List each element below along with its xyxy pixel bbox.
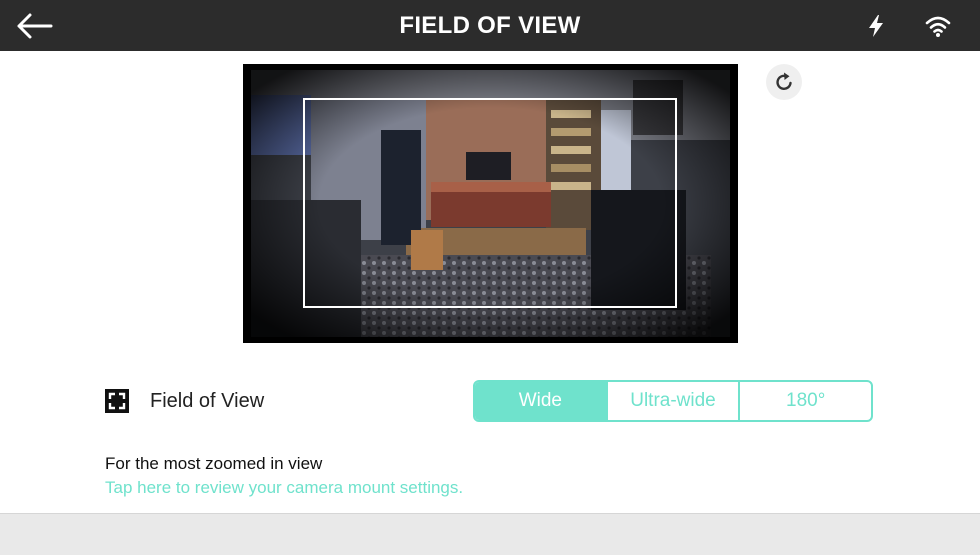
field-of-view-label: Field of View — [150, 390, 265, 412]
option-180[interactable]: 180° — [738, 382, 871, 420]
refresh-button[interactable] — [766, 64, 802, 100]
refresh-icon — [776, 72, 792, 90]
page-title: FIELD OF VIEW — [399, 12, 581, 39]
wifi-icon — [925, 16, 951, 37]
top-bar: FIELD OF VIEW — [0, 0, 980, 51]
option-wide[interactable]: Wide — [475, 382, 606, 420]
camera-preview — [243, 64, 738, 343]
field-of-view-selector: Wide Ultra-wide 180° — [473, 380, 873, 422]
crop-frame — [303, 98, 677, 308]
option-ultra-wide[interactable]: Ultra-wide — [605, 382, 739, 420]
bottom-bar — [0, 513, 980, 555]
fullscreen-corners-icon — [105, 389, 129, 413]
camera-mount-settings-link[interactable]: Tap here to review your camera mount set… — [105, 478, 463, 498]
zoom-info-text: For the most zoomed in view — [105, 454, 323, 473]
flash-icon — [869, 15, 883, 37]
